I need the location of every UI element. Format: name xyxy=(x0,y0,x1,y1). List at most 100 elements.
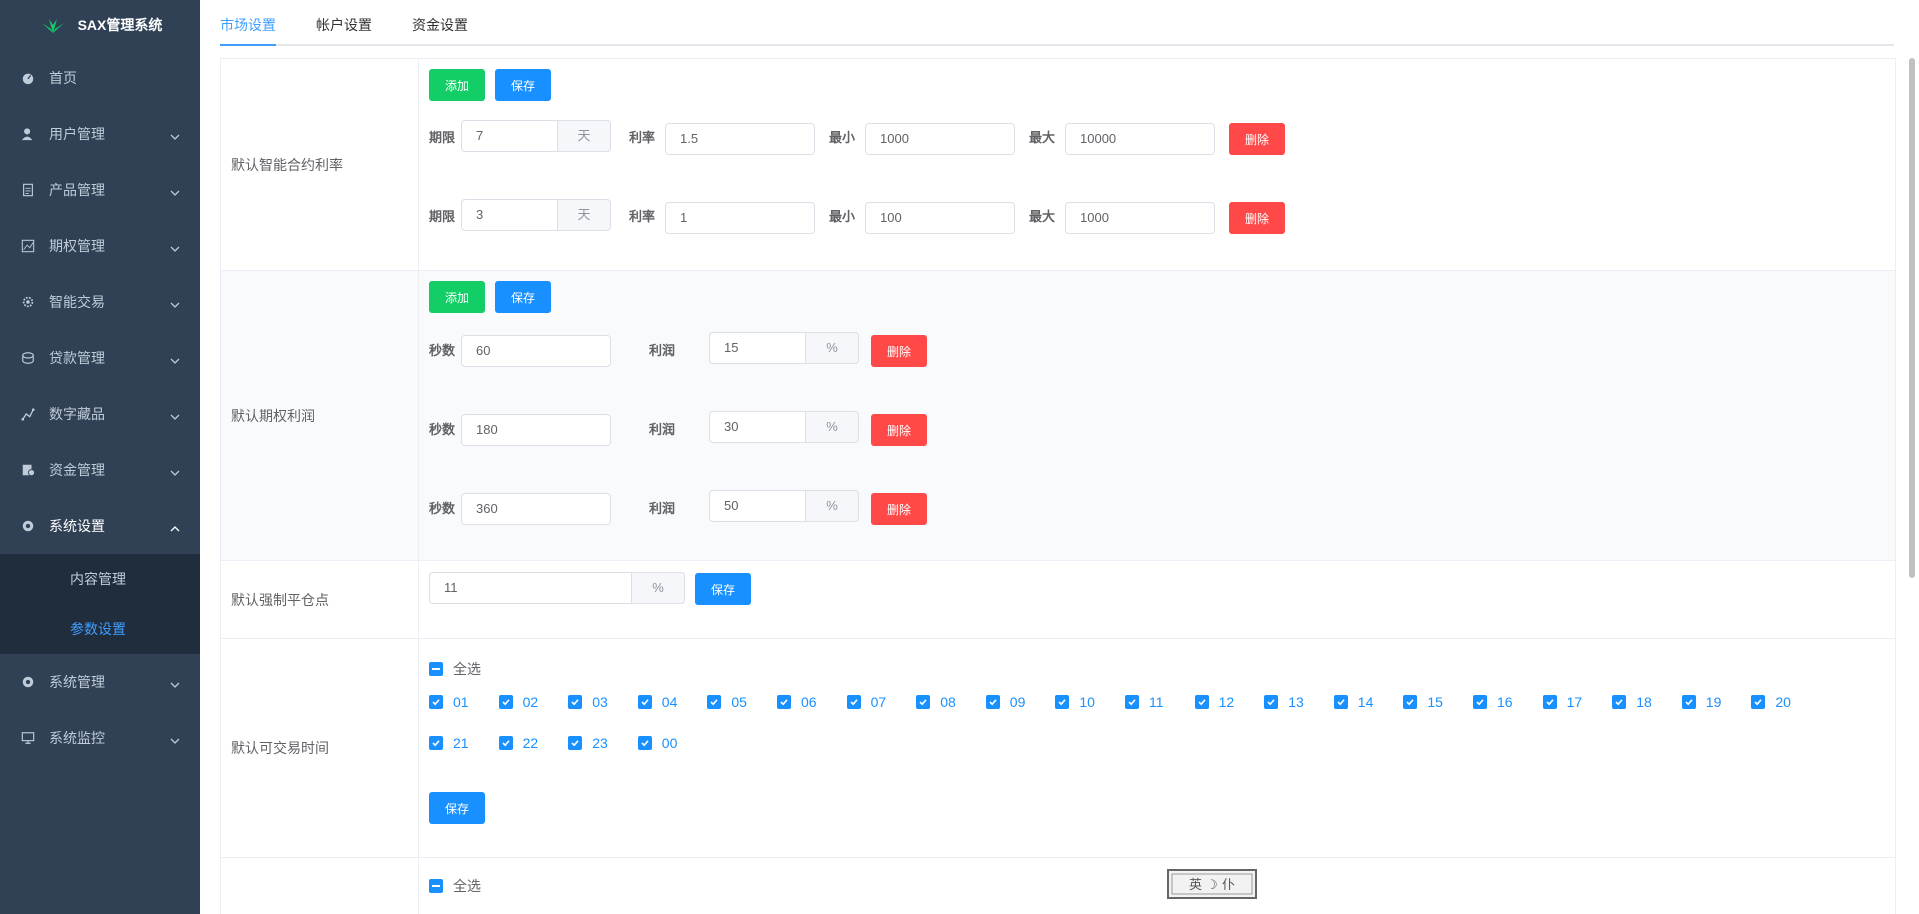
logo-icon xyxy=(41,19,64,33)
max-input[interactable]: 1000 xyxy=(1065,202,1215,234)
seconds-input[interactable]: 360 xyxy=(461,493,611,525)
hour-checkbox[interactable]: 08 xyxy=(916,694,956,710)
hour-checkbox[interactable]: 20 xyxy=(1751,694,1791,710)
hour-checkbox[interactable]: 04 xyxy=(637,694,677,710)
delete-option-button[interactable]: 删除 xyxy=(871,335,927,367)
sidebar-item-digital-collectibles[interactable]: 数字藏品 xyxy=(0,386,200,442)
max-input[interactable]: 10000 xyxy=(1065,123,1215,155)
rate-input[interactable]: 1 xyxy=(665,202,815,234)
liquidation-input[interactable]: 11 xyxy=(429,572,631,604)
profit-label: 利润 xyxy=(649,343,676,358)
sidebar-item-content-management[interactable]: 内容管理 xyxy=(0,554,200,604)
hour-checkbox[interactable]: 16 xyxy=(1473,694,1513,710)
settings-form: 默认智能合约利率 添加 保存 期限 7 天利率 1.5 最小 1000 最大 10000 删除期… xyxy=(220,58,1896,914)
hour-checkbox[interactable]: 23 xyxy=(568,735,608,751)
hour-checkbox[interactable]: 02 xyxy=(498,694,538,710)
sidebar-item-smart-trading[interactable]: 智能交易 xyxy=(0,274,200,330)
indeterminate-icon xyxy=(429,879,443,893)
period-unit: 天 xyxy=(557,199,611,231)
sidebar-item-user-management[interactable]: 用户管理 xyxy=(0,106,200,162)
sidebar-item-system-settings[interactable]: 系统设置 xyxy=(0,498,200,554)
save-liquidation-button[interactable]: 保存 xyxy=(695,573,751,605)
add-contract-button[interactable]: 添加 xyxy=(429,69,485,101)
period-label: 期限 xyxy=(429,130,456,145)
sidebar-item-parameter-settings[interactable]: 参数设置 xyxy=(0,604,200,654)
settings-icon xyxy=(20,674,36,690)
profit-input[interactable]: 50 xyxy=(709,490,805,522)
hour-checkbox[interactable]: 21 xyxy=(429,735,469,751)
delete-contract-button[interactable]: 删除 xyxy=(1229,123,1285,155)
hour-checkbox[interactable]: 18 xyxy=(1612,694,1652,710)
hour-checkbox[interactable]: 12 xyxy=(1194,694,1234,710)
vertical-scrollbar[interactable] xyxy=(1909,58,1915,578)
tab-market-settings[interactable]: 市场设置 xyxy=(220,0,296,46)
hour-checkbox[interactable]: 03 xyxy=(568,694,608,710)
checkbox-checked-icon xyxy=(498,695,513,709)
ime-text: 英 ☽ 仆 xyxy=(1189,878,1235,893)
sidebar-item-system-management[interactable]: 系统管理 xyxy=(0,654,200,710)
save-option-button[interactable]: 保存 xyxy=(495,281,551,313)
delete-option-button[interactable]: 删除 xyxy=(871,414,927,446)
hour-checkbox[interactable]: 13 xyxy=(1264,694,1304,710)
hour-label: 11 xyxy=(1149,694,1164,710)
tab-fund-settings[interactable]: 资金设置 xyxy=(412,0,488,44)
hour-checkbox[interactable]: 15 xyxy=(1403,694,1443,710)
profit-label: 利润 xyxy=(649,501,676,516)
period-input[interactable]: 3 xyxy=(461,199,557,231)
ime-indicator: 英 ☽ 仆 xyxy=(1167,869,1257,899)
monitor-icon xyxy=(20,730,36,746)
sidebar-item-fund-management[interactable]: 资金管理 xyxy=(0,442,200,498)
hour-checkbox[interactable]: 22 xyxy=(498,735,539,751)
next-setting-row: 全选 xyxy=(221,858,1895,914)
chevron-down-icon xyxy=(170,129,180,140)
sidebar-item-option-management[interactable]: 期权管理 xyxy=(0,218,200,274)
hour-checkbox[interactable]: 01 xyxy=(429,694,469,710)
hour-checkbox[interactable]: 10 xyxy=(1055,694,1095,710)
period-input[interactable]: 7 xyxy=(461,120,557,152)
sidebar-item-home[interactable]: 首页 xyxy=(0,50,200,106)
profit-unit: % xyxy=(805,332,859,364)
hour-checkbox[interactable]: 00 xyxy=(637,735,677,751)
hour-checkbox[interactable]: 07 xyxy=(846,694,886,710)
profit-input[interactable]: 15 xyxy=(709,332,805,364)
max-label: 最大 xyxy=(1029,209,1056,224)
min-input[interactable]: 1000 xyxy=(865,123,1015,155)
delete-option-button[interactable]: 删除 xyxy=(871,493,927,525)
tab-account-settings[interactable]: 帐户设置 xyxy=(316,0,392,44)
hour-checkbox[interactable]: 09 xyxy=(985,694,1025,710)
hour-label: 14 xyxy=(1357,694,1374,710)
seconds-label: 秒数 xyxy=(429,422,456,437)
rate-input[interactable]: 1.5 xyxy=(665,123,815,155)
profit-input-group: 30% xyxy=(709,411,859,443)
sidebar: SAX管理系统 首页 用户管理 产品管理 期权管理 智能交易 贷款管理 数字藏品 资金管理 系统… xyxy=(0,0,200,914)
save-contract-button[interactable]: 保存 xyxy=(495,69,551,101)
profit-input[interactable]: 30 xyxy=(709,411,805,443)
delete-contract-button[interactable]: 删除 xyxy=(1229,202,1285,234)
sidebar-item-loan-management[interactable]: 贷款管理 xyxy=(0,330,200,386)
hour-checkbox[interactable]: 17 xyxy=(1542,694,1582,710)
sidebar-item-label: 用户管理 xyxy=(49,126,105,142)
seconds-input[interactable]: 180 xyxy=(461,414,611,446)
hour-checkbox[interactable]: 19 xyxy=(1681,694,1721,710)
profit-unit: % xyxy=(805,411,859,443)
select-all-checkbox-2[interactable]: 全选 xyxy=(429,876,481,896)
hour-checkbox[interactable]: 05 xyxy=(707,694,747,710)
chevron-down-icon xyxy=(170,733,180,744)
checkbox-checked-icon xyxy=(429,695,443,709)
sidebar-item-system-monitor[interactable]: 系统监控 xyxy=(0,710,200,766)
seconds-input[interactable]: 60 xyxy=(461,335,611,367)
save-trade-time-button[interactable]: 保存 xyxy=(429,792,485,824)
select-all-checkbox[interactable]: 全选 xyxy=(429,659,481,679)
hour-label: 18 xyxy=(1636,694,1652,710)
checkbox-checked-icon xyxy=(1681,695,1696,709)
min-input[interactable]: 100 xyxy=(865,202,1015,234)
hour-checkbox[interactable]: 14 xyxy=(1333,694,1374,710)
sidebar-item-product-management[interactable]: 产品管理 xyxy=(0,162,200,218)
add-option-button[interactable]: 添加 xyxy=(429,281,485,313)
hour-checkbox[interactable]: 06 xyxy=(777,694,817,710)
user-icon xyxy=(20,126,36,142)
hour-checkbox[interactable]: 11 xyxy=(1125,694,1164,710)
option-profit-row: 默认期权利润 添加 保存 秒数 60 利润 15% 删除 秒数 180 利润 30% 删除 秒数 36… xyxy=(221,271,1895,561)
hour-label: 22 xyxy=(522,735,539,751)
seconds-label: 秒数 xyxy=(429,343,456,358)
